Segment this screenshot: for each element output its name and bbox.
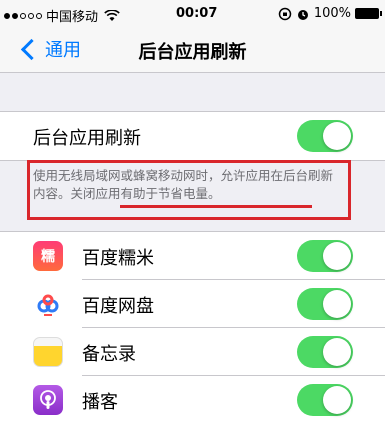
battery-percent: 100%	[313, 6, 351, 21]
signal-strength-icon	[4, 12, 42, 19]
app-name: 百度网盘	[82, 296, 154, 317]
background-refresh-label: 后台应用刷新	[33, 128, 141, 149]
nuomi-icon: 糯	[33, 241, 63, 271]
rotation-lock-icon	[278, 7, 292, 20]
app-row-notes: 备忘录	[0, 328, 385, 376]
toggle-knob	[323, 386, 351, 414]
highlight-box	[27, 160, 351, 220]
baidu-netdisk-logo	[37, 294, 59, 316]
status-left: 中国移动	[4, 6, 120, 25]
app-list: 糯 百度糯米 百度网盘 备忘录 播客	[0, 231, 385, 426]
app-name: 百度糯米	[82, 248, 154, 269]
app-name: 播客	[82, 392, 118, 413]
notes-icon	[33, 337, 63, 367]
app-name: 备忘录	[82, 344, 136, 365]
status-right: 100%	[278, 6, 382, 21]
toggle-knob	[323, 290, 351, 318]
app-row-baidu-netdisk: 百度网盘	[0, 280, 385, 328]
background-refresh-row: 后台应用刷新	[0, 112, 385, 160]
app-toggle-podcasts[interactable]	[297, 384, 353, 416]
app-row-baidu-nuomi: 糯 百度糯米	[0, 232, 385, 280]
nuomi-icon-glyph: 糯	[41, 249, 55, 265]
main-toggle-group: 后台应用刷新	[0, 111, 385, 161]
status-bar: 中国移动 00:07 100%	[0, 0, 385, 28]
podcasts-icon	[33, 385, 63, 415]
navigation-bar: 通用 后台应用刷新	[0, 28, 385, 73]
app-toggle-baidu-nuomi[interactable]	[297, 240, 353, 272]
toggle-knob	[323, 242, 351, 270]
status-time: 00:07	[176, 6, 218, 21]
background-refresh-toggle[interactable]	[297, 120, 353, 152]
wifi-icon	[104, 9, 120, 21]
podcasts-logo	[40, 390, 56, 409]
toggle-knob	[323, 338, 351, 366]
toggle-knob	[323, 122, 351, 150]
alarm-icon	[297, 9, 308, 20]
app-toggle-notes[interactable]	[297, 336, 353, 368]
page-title: 后台应用刷新	[138, 42, 247, 63]
baidu-netdisk-icon	[33, 289, 63, 319]
app-toggle-baidu-netdisk[interactable]	[297, 288, 353, 320]
battery-icon	[355, 8, 382, 19]
carrier-name: 中国移动	[46, 10, 99, 25]
highlight-underline	[120, 205, 312, 208]
app-row-podcasts: 播客	[0, 376, 385, 424]
